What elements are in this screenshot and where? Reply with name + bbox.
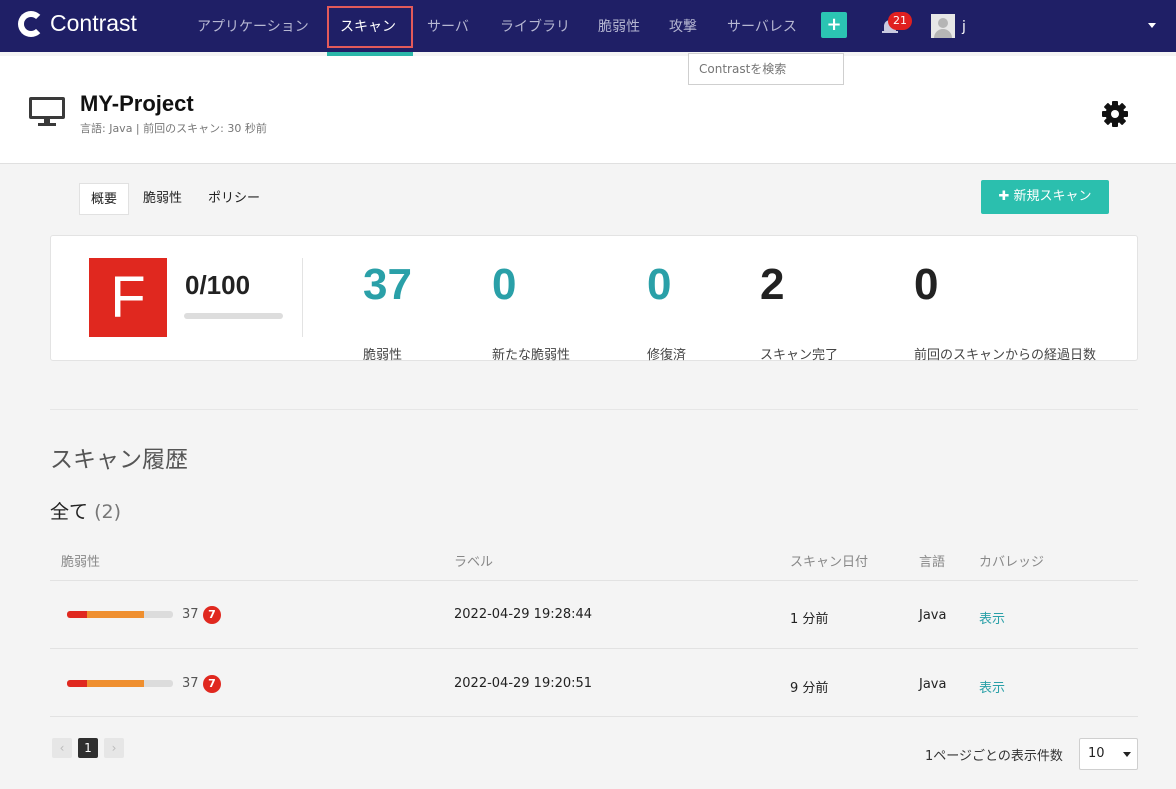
scan-label: 2022-04-29 19:28:44 [454, 607, 593, 622]
logo-text: Contrast [50, 10, 137, 36]
user-menu-caret-icon[interactable] [1148, 23, 1156, 28]
column-header-language[interactable]: 言語 [919, 551, 945, 570]
tab-overview[interactable]: 概要 [79, 183, 130, 215]
scan-date: 1 分前 [790, 612, 829, 627]
pagination-next-button[interactable]: › [104, 738, 124, 758]
stat-days-since-value: 0 [914, 260, 939, 309]
vulnerability-count: 37 [182, 607, 199, 622]
tab-policy[interactable]: ポリシー [197, 183, 271, 215]
contrast-logo-icon [18, 10, 44, 37]
per-page-select[interactable]: 10 [1079, 738, 1138, 770]
per-page-value: 10 [1088, 746, 1105, 761]
contrast-logo[interactable]: Contrast [18, 10, 137, 37]
column-header-vulnerabilities[interactable]: 脆弱性 [61, 551, 100, 570]
score-text: 0/100 [185, 270, 251, 300]
severity-critical-segment [67, 611, 87, 618]
row-divider [50, 716, 1138, 717]
per-page-label: 1ページごとの表示件数 [925, 749, 1063, 764]
stat-new-vulnerabilities-label: 新たな脆弱性 [492, 348, 571, 363]
vulnerability-severity-bar [67, 680, 173, 687]
stat-scans-completed-label: スキャン完了 [760, 348, 839, 363]
pagination-page-1[interactable]: 1 [78, 738, 98, 758]
stat-new-vulnerabilities-value: 0 [492, 260, 517, 309]
card-divider [302, 258, 303, 337]
new-vulnerabilities-badge: 7 [203, 675, 221, 693]
score-progress-bar [184, 313, 283, 319]
stat-vulnerabilities-label: 脆弱性 [363, 348, 403, 363]
nav-active-highlight [327, 6, 413, 48]
scan-history-title: スキャン履歴 [50, 447, 188, 473]
nav-serverless[interactable]: サーバレス [727, 0, 797, 52]
coverage-view-link[interactable]: 表示 [979, 677, 1005, 696]
monitor-icon [29, 97, 65, 127]
new-vulnerabilities-badge: 7 [203, 606, 221, 624]
stat-days-since-label: 前回のスキャンからの経過日数 [914, 348, 1097, 363]
chevron-down-icon [1123, 752, 1131, 757]
nav-libraries[interactable]: ライブラリ [500, 0, 570, 52]
stat-scans-completed-value: 2 [760, 260, 785, 309]
grade-badge: F [89, 258, 167, 337]
notification-count-badge: 21 [888, 12, 912, 30]
nav-applications[interactable]: アプリケーション [197, 0, 309, 52]
add-button[interactable]: + [821, 12, 847, 38]
column-header-scan-date[interactable]: スキャン日付 [790, 551, 868, 570]
search-input[interactable] [688, 53, 844, 85]
coverage-view-link[interactable]: 表示 [979, 608, 1005, 627]
scan-label: 2022-04-29 19:20:51 [454, 676, 593, 691]
vulnerability-count: 37 [182, 676, 199, 691]
table-header-divider [50, 580, 1138, 581]
pagination-prev-button[interactable]: ‹ [52, 738, 72, 758]
filter-all-count: (2) [94, 501, 121, 523]
user-name[interactable]: j [962, 0, 966, 52]
filter-all-text: 全て [50, 501, 89, 523]
top-nav-bar: Contrast アプリケーション スキャン サーバ ライブラリ 脆弱性 攻撃 … [0, 0, 1176, 52]
tab-vulnerabilities[interactable]: 脆弱性 [132, 183, 193, 215]
stat-remediated-value: 0 [647, 260, 672, 309]
severity-high-segment [87, 680, 144, 687]
scan-language: Java [919, 608, 947, 623]
nav-servers[interactable]: サーバ [427, 0, 469, 52]
row-divider [50, 648, 1138, 649]
stat-vulnerabilities-value: 37 [363, 260, 412, 309]
project-meta: 言語: Java | 前回のスキャン: 30 秒前 [80, 122, 267, 135]
avatar[interactable] [931, 14, 955, 38]
nav-vulnerabilities[interactable]: 脆弱性 [598, 0, 640, 52]
stat-remediated-label: 修復済 [647, 348, 687, 363]
scan-date: 9 分前 [790, 681, 829, 696]
filter-all-label[interactable]: 全て (2) [50, 497, 121, 524]
vulnerability-severity-bar [67, 611, 173, 618]
project-title: MY-Project [80, 91, 194, 116]
nav-attacks[interactable]: 攻撃 [669, 0, 697, 52]
column-header-coverage[interactable]: カバレッジ [979, 551, 1044, 570]
severity-critical-segment [67, 680, 87, 687]
gear-icon[interactable] [1100, 99, 1130, 129]
scan-language: Java [919, 677, 947, 692]
column-header-label[interactable]: ラベル [454, 551, 493, 570]
section-divider [50, 409, 1138, 410]
severity-high-segment [87, 611, 144, 618]
new-scan-button[interactable]: ✚ 新規スキャン [981, 180, 1109, 214]
